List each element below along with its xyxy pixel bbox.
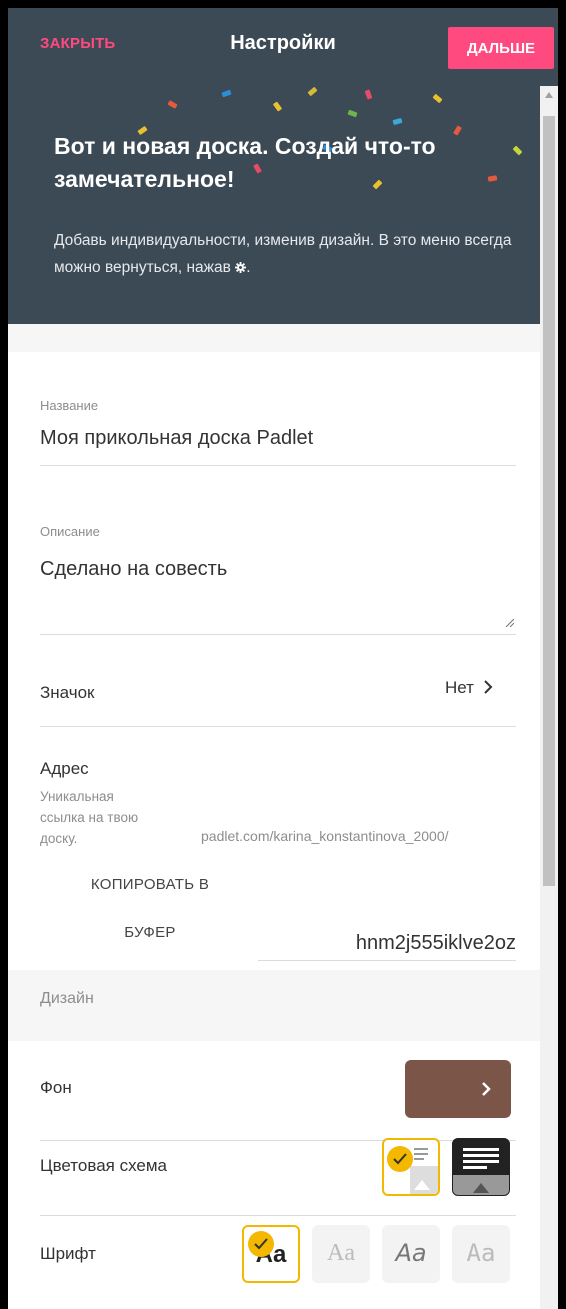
icon-value: Нет (445, 678, 474, 697)
font-sample: Aa (327, 1240, 355, 1266)
color-scheme-label: Цветовая схема (40, 1156, 167, 1175)
settings-content: Вот и новая доска. Создай что-то замечат… (8, 86, 540, 1309)
font-option-italic[interactable]: Aa (382, 1225, 440, 1283)
icon-selector[interactable]: Нет (445, 678, 493, 698)
confetti-decoration (392, 117, 403, 126)
background-underline (40, 1140, 516, 1141)
welcome-text-end: . (246, 259, 251, 276)
settings-window: ЗАКРЫТЬ Настройки ДАЛЬШЕ Вот и новая дос… (8, 8, 558, 1309)
chevron-right-icon (483, 680, 493, 694)
confetti-decoration (347, 109, 358, 118)
address-hint: Уникальная ссылка на твою доску. (40, 789, 139, 846)
description-label: Описание (40, 524, 100, 539)
background-picker-button[interactable] (405, 1060, 511, 1118)
chevron-right-icon (482, 1082, 491, 1096)
welcome-title: Вот и новая доска. Создай что-то замечат… (54, 133, 436, 192)
confetti-decoration (364, 89, 373, 100)
welcome-banner: Вот и новая доска. Создай что-то замечат… (8, 86, 540, 324)
confetti-decoration (512, 145, 523, 156)
section-spacer (8, 324, 540, 352)
font-option-serif[interactable]: Aa (312, 1225, 370, 1283)
welcome-text-body: Добавь индивидуальности, изменив дизайн.… (54, 232, 512, 276)
dark-scheme-preview-icon (453, 1148, 509, 1195)
selected-check-icon (248, 1231, 274, 1257)
address-input[interactable] (258, 926, 516, 961)
icon-label-text: Значок (40, 683, 95, 702)
resize-handle-icon[interactable] (504, 617, 514, 627)
description-underline (40, 634, 516, 635)
title-label: Название (40, 398, 99, 413)
vertical-scrollbar[interactable] (540, 86, 558, 1309)
font-sample: Aa (466, 1239, 496, 1267)
gear-icon (235, 262, 247, 273)
font-sample: Aa (395, 1239, 427, 1267)
copy-label: КОПИРОВАТЬ В БУФЕР (90, 876, 210, 941)
next-button[interactable]: ДАЛЬШЕ (448, 27, 554, 69)
font-option-sans[interactable]: Aa (242, 1225, 300, 1283)
icon-underline (40, 726, 516, 727)
welcome-text: Добавь индивидуальности, изменив дизайн.… (54, 227, 524, 281)
address-prefix: padlet.com/karina_konstantinova_2000/ (201, 828, 449, 844)
confetti-decoration (221, 89, 232, 98)
icon-label: Значок (40, 683, 95, 703)
design-section-label: Дизайн (40, 990, 94, 1007)
scroll-up-arrow-icon[interactable] (545, 92, 553, 98)
color-scheme-light-option[interactable] (382, 1138, 440, 1196)
description-textarea[interactable]: Сделано на совесть (40, 558, 227, 581)
background-label: Фон (40, 1078, 72, 1097)
scrollbar-thumb[interactable] (543, 116, 555, 886)
confetti-decoration (167, 100, 178, 109)
font-label: Шрифт (40, 1244, 96, 1263)
header-bar: ЗАКРЫТЬ Настройки ДАЛЬШЕ (8, 8, 558, 86)
title-input[interactable]: Моя прикольная доска Padlet (40, 427, 313, 450)
confetti-decoration (272, 101, 283, 112)
font-option-mono[interactable]: Aa (452, 1225, 510, 1283)
selected-check-icon (387, 1146, 413, 1172)
confetti-decoration (432, 93, 443, 104)
title-underline (40, 465, 516, 466)
confetti-decoration (307, 86, 318, 97)
copy-to-clipboard-button[interactable]: КОПИРОВАТЬ В БУФЕР (58, 861, 238, 961)
color-scheme-dark-option[interactable] (452, 1138, 510, 1196)
address-label: Адрес (40, 759, 89, 778)
scheme-underline (40, 1215, 516, 1216)
